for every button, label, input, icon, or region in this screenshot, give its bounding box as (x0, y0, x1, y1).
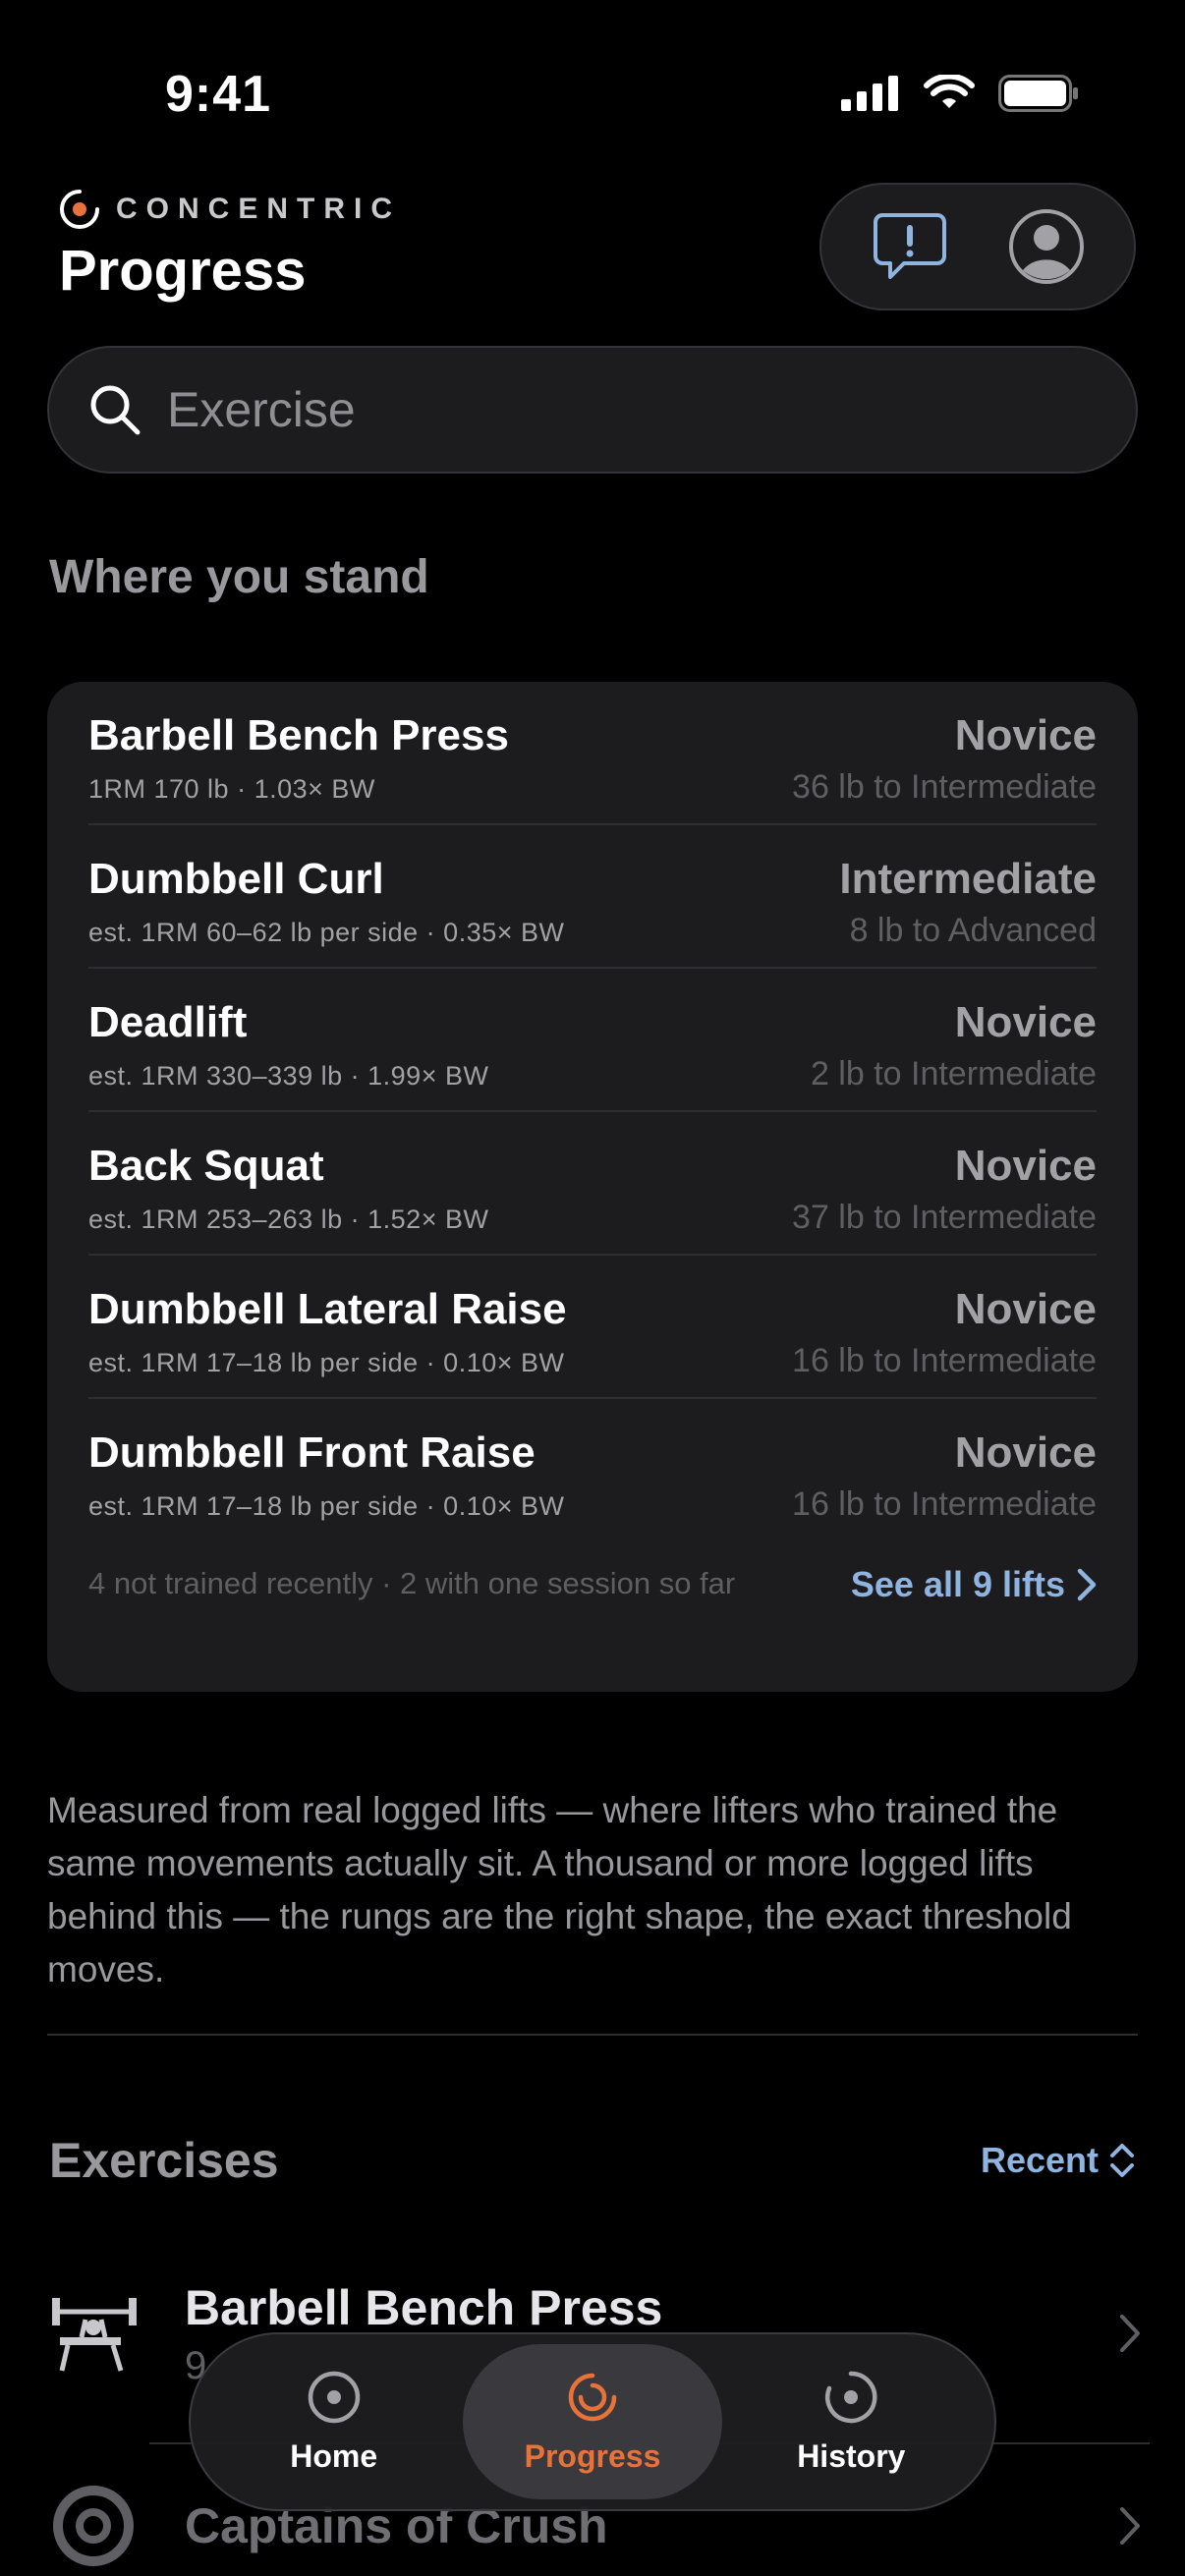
lift-next-level: 16 lb to Intermediate (792, 1485, 1097, 1523)
lift-row[interactable]: Back Squat est. 1RM 253–263 lb · 1.52× B… (88, 1112, 1097, 1256)
chevron-up-down-icon (1110, 2144, 1134, 2177)
lift-row[interactable]: Deadlift est. 1RM 330–339 lb · 1.99× BW … (88, 969, 1097, 1112)
chevron-right-icon (1120, 2315, 1140, 2352)
lift-name: Deadlift (88, 998, 248, 1046)
lift-name: Dumbbell Curl (88, 855, 384, 903)
search-icon (90, 385, 141, 435)
where-you-stand-card: Barbell Bench Press 1RM 170 lb · 1.03× B… (47, 682, 1138, 1692)
lift-next-level: 2 lb to Intermediate (810, 1055, 1097, 1092)
lift-next-level: 36 lb to Intermediate (792, 768, 1097, 806)
chevron-right-icon (1077, 1568, 1097, 1601)
feedback-icon (873, 213, 946, 279)
page-title: Progress (59, 239, 307, 303)
history-icon (825, 2371, 877, 2423)
concentric-logo-icon (60, 190, 99, 229)
lift-stats: est. 1RM 253–263 lb · 1.52× BW (88, 1204, 489, 1234)
captains-of-crush-thumbnail (39, 2472, 147, 2576)
status-icons (841, 75, 1079, 112)
lift-row[interactable]: Barbell Bench Press 1RM 170 lb · 1.03× B… (88, 682, 1097, 825)
lift-name: Dumbbell Front Raise (88, 1428, 536, 1477)
home-icon (308, 2371, 360, 2423)
lift-row[interactable]: Dumbbell Curl est. 1RM 60–62 lb per side… (88, 825, 1097, 969)
lift-stats: 1RM 170 lb · 1.03× BW (88, 774, 375, 804)
lift-stats: est. 1RM 17–18 lb per side · 0.10× BW (88, 1491, 565, 1521)
lift-stats: est. 1RM 60–62 lb per side · 0.35× BW (88, 918, 565, 947)
wifi-icon (924, 75, 975, 108)
profile-button[interactable] (1002, 202, 1091, 291)
bench-press-icon (52, 2298, 137, 2372)
tab-label: Progress (524, 2437, 661, 2474)
feedback-button[interactable] (866, 202, 954, 291)
methodology-text: Measured from real logged lifts — where … (47, 1790, 1072, 1989)
gripper-icon (53, 2486, 134, 2566)
untrained-note: 4 not trained recently · 2 with one sess… (88, 1566, 736, 1600)
status-time: 9:41 (165, 66, 272, 123)
lift-level: Novice (954, 1142, 1097, 1190)
lift-stats: est. 1RM 330–339 lb · 1.99× BW (88, 1061, 489, 1091)
lift-next-level: 8 lb to Advanced (849, 912, 1097, 949)
brand: CONCENTRIC (57, 187, 401, 232)
tab-bar: Home Progress History (189, 2332, 996, 2511)
exercise-name: Barbell Bench Press (185, 2279, 663, 2335)
search-input[interactable] (167, 381, 1051, 438)
tab-history[interactable]: History (722, 2344, 981, 2499)
sort-label: Recent (980, 2140, 1099, 2180)
chevron-right-icon (1120, 2507, 1140, 2545)
lift-level: Novice (954, 711, 1097, 759)
tab-progress[interactable]: Progress (463, 2344, 722, 2499)
card-footer: 4 not trained recently · 2 with one sess… (88, 1542, 1097, 1605)
lift-level: Intermediate (839, 855, 1097, 903)
see-all-label: See all 9 lifts (850, 1564, 1065, 1604)
divider (47, 2034, 1138, 2036)
lift-level: Novice (954, 998, 1097, 1046)
tab-label: History (797, 2437, 906, 2474)
tab-label: Home (290, 2437, 378, 2474)
exercises-title: Exercises (49, 2133, 279, 2188)
lift-next-level: 16 lb to Intermediate (792, 1342, 1097, 1379)
sort-button[interactable]: Recent (981, 2140, 1136, 2181)
where-you-stand-title: Where you stand (49, 551, 429, 603)
lift-level: Novice (954, 1428, 1097, 1477)
lift-row[interactable]: Dumbbell Lateral Raise est. 1RM 17–18 lb… (88, 1256, 1097, 1399)
progress-icon (568, 2373, 617, 2421)
header-actions (819, 183, 1136, 310)
lift-next-level: 37 lb to Intermediate (792, 1199, 1097, 1236)
status-bar: 9:41 (0, 0, 1185, 187)
lift-level: Novice (954, 1285, 1097, 1333)
brand-name: CONCENTRIC (116, 193, 401, 225)
exercise-search[interactable] (47, 346, 1138, 474)
lift-name: Barbell Bench Press (88, 711, 509, 759)
tab-home[interactable]: Home (204, 2344, 463, 2499)
lift-name: Back Squat (88, 1142, 324, 1190)
lift-stats: est. 1RM 17–18 lb per side · 0.10× BW (88, 1348, 565, 1377)
battery-icon (998, 75, 1078, 112)
cellular-signal-icon (841, 76, 898, 111)
see-all-lifts-link[interactable]: See all 9 lifts (851, 1564, 1097, 1605)
lift-name: Dumbbell Lateral Raise (88, 1285, 567, 1333)
avatar-icon (1008, 209, 1084, 284)
lift-row[interactable]: Dumbbell Front Raise est. 1RM 17–18 lb p… (88, 1399, 1097, 1542)
bench-press-thumbnail (39, 2279, 147, 2387)
